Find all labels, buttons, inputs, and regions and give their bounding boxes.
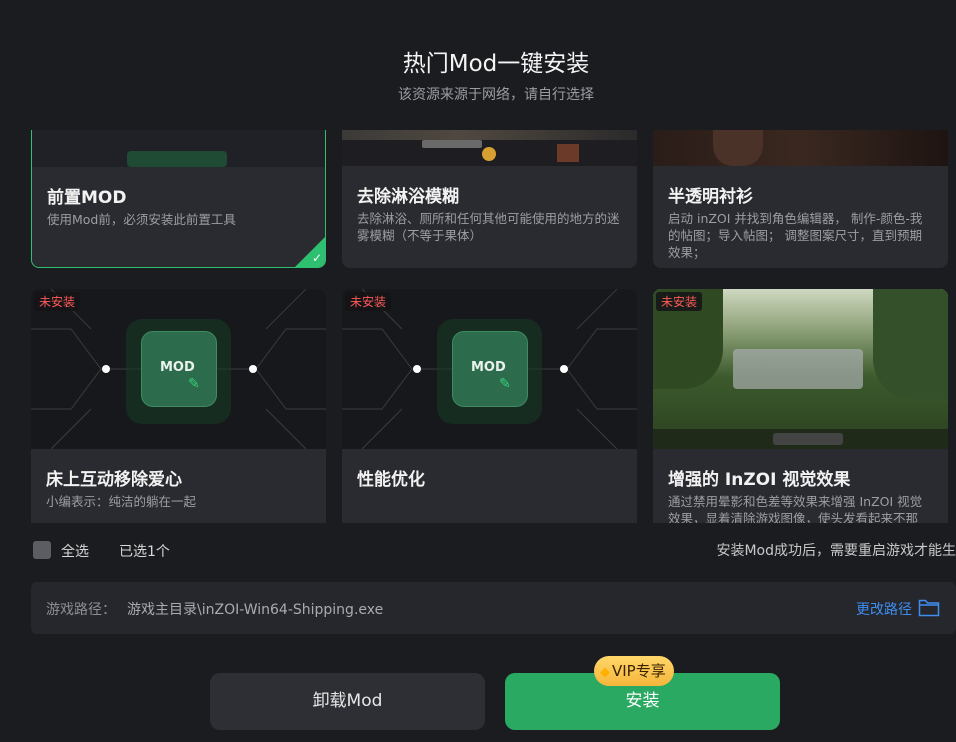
card-description: 去除淋浴、厕所和任何其他可能使用的地方的迷雾模糊（不等于果体） — [357, 211, 620, 243]
mod-card-remove-hearts[interactable]: MOD ✎ 未安装 床上互动移除爱心 小编表示：纯洁的躺在一起 — [31, 289, 326, 523]
select-all-checkbox[interactable] — [33, 541, 51, 559]
change-path-link[interactable]: 更改路径 — [856, 599, 912, 619]
card-thumbnail — [342, 130, 637, 166]
restart-notice: 安装Mod成功后，需要重启游戏才能生效 — [716, 543, 956, 559]
game-path-bar: 游戏路径： 游戏主目录\inZOI-Win64-Shipping.exe 更改路… — [31, 582, 956, 634]
uninstall-button[interactable]: 卸载Mod — [210, 673, 485, 730]
select-all-label[interactable]: 全选 — [61, 541, 89, 561]
card-thumbnail — [653, 289, 948, 449]
path-label: 游戏路径： — [46, 602, 116, 618]
card-description: 通过禁用晕影和色差等效果来增强 InZOI 视觉效果，显着清除游戏图像，使头发看… — [668, 494, 923, 523]
folder-icon[interactable] — [918, 597, 940, 617]
card-description: 小编表示：纯洁的躺在一起 — [46, 494, 197, 509]
card-thumbnail — [653, 130, 948, 166]
card-title: 半透明衬衫 — [668, 187, 753, 207]
vip-badge: ◆ VIP专享 — [594, 656, 674, 686]
mod-card-translucent-shirt[interactable]: 半透明衬衫 启动 inZOI 并找到角色编辑器， 制作-颜色-我的帖图；导入帖图… — [653, 130, 948, 268]
card-title: 增强的 InZOI 视觉效果 — [668, 470, 851, 490]
card-description: 使用Mod前，必须安装此前置工具 — [47, 212, 236, 227]
card-title: 前置MOD — [47, 188, 127, 208]
card-thumbnail: MOD ✎ — [342, 289, 637, 449]
check-icon: ✓ — [311, 251, 322, 265]
selection-bar: 全选 已选1个 安装Mod成功后，需要重启游戏才能生效 — [33, 540, 956, 560]
mod-file-icon: MOD ✎ — [452, 331, 528, 407]
mod-file-icon: MOD ✎ — [141, 331, 217, 407]
path-value: 游戏主目录\inZOI-Win64-Shipping.exe — [127, 602, 384, 618]
card-description: 启动 inZOI 并找到角色编辑器， 制作-颜色-我的帖图；导入帖图； 调整图案… — [668, 211, 923, 260]
mod-card-enhanced-visuals[interactable]: 未安装 增强的 InZOI 视觉效果 通过禁用晕影和色差等效果来增强 InZOI… — [653, 289, 948, 523]
dialog-title: 热门Mod一键安装 — [402, 51, 590, 77]
not-installed-badge: 未安装 — [345, 292, 392, 311]
card-title: 去除淋浴模糊 — [357, 187, 459, 207]
mod-grid[interactable]: 前置MOD 使用Mod前，必须安装此前置工具 ✓ 去除淋浴模糊 去除淋浴、厕所和… — [0, 130, 956, 523]
card-title: 床上互动移除爱心 — [46, 470, 182, 490]
not-installed-badge: 未安装 — [34, 292, 81, 311]
dialog-subtitle: 该资源来源于网络，请自行选择 — [398, 87, 594, 103]
mod-card-performance[interactable]: MOD ✎ 未安装 性能优化 — [342, 289, 637, 523]
not-installed-badge: 未安装 — [656, 292, 703, 311]
card-title: 性能优化 — [357, 470, 425, 490]
card-thumbnail — [32, 130, 325, 167]
diamond-icon: ◆ — [600, 665, 610, 680]
selected-count: 已选1个 — [119, 544, 170, 560]
mod-card-remove-shower-blur[interactable]: 去除淋浴模糊 去除淋浴、厕所和任何其他可能使用的地方的迷雾模糊（不等于果体） — [342, 130, 637, 268]
card-thumbnail: MOD ✎ — [31, 289, 326, 449]
mod-card-prerequisite[interactable]: 前置MOD 使用Mod前，必须安装此前置工具 ✓ — [31, 130, 326, 268]
